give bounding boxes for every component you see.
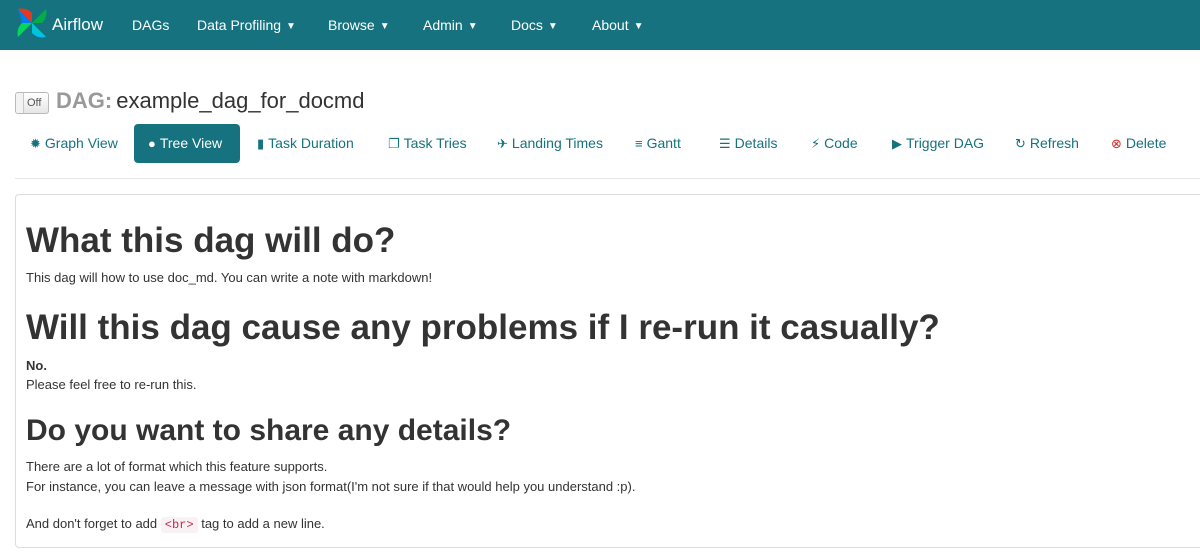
tab-label: Code bbox=[824, 135, 858, 151]
tab-trigger-dag[interactable]: ▶ Trigger DAG bbox=[892, 124, 984, 163]
refresh-icon: ↻ bbox=[1015, 136, 1026, 151]
dag-prefix: DAG: bbox=[56, 88, 113, 113]
tab-tree-view[interactable]: ● Tree View bbox=[134, 124, 240, 163]
plane-icon: ✈ bbox=[497, 136, 508, 151]
chevron-down-icon: ▼ bbox=[633, 21, 644, 32]
brand-link[interactable]: Airflow bbox=[14, 5, 103, 45]
tab-label: Gantt bbox=[646, 135, 681, 151]
tab-label: Delete bbox=[1125, 135, 1167, 151]
tab-graph-view[interactable]: ✹ Graph View bbox=[30, 124, 118, 163]
nav-docs-label: Docs bbox=[511, 17, 543, 33]
bar-chart-icon: ▮ bbox=[257, 136, 265, 151]
doc-paragraph-2: Please feel free to re-run this. bbox=[26, 377, 197, 392]
tree-icon: ● bbox=[148, 136, 156, 151]
align-left-icon: ≡ bbox=[635, 136, 643, 151]
top-navbar: Airflow DAGs Data Profiling ▼ Browse ▼ Adm… bbox=[0, 0, 1200, 50]
dag-id: example_dag_for_docmd bbox=[116, 88, 365, 113]
nav-browse[interactable]: Browse ▼ bbox=[328, 0, 390, 50]
nav-about-label: About bbox=[592, 17, 629, 33]
tab-label: Graph View bbox=[44, 135, 118, 151]
nav-admin[interactable]: Admin ▼ bbox=[423, 0, 478, 50]
nav-dags-label: DAGs bbox=[132, 17, 170, 33]
duplicate-icon: ❐ bbox=[388, 136, 400, 151]
list-icon: ☰ bbox=[719, 136, 731, 151]
toggle-label: Off bbox=[27, 97, 42, 109]
doc-text-before: And don't forget to add bbox=[26, 516, 158, 531]
nav-admin-label: Admin bbox=[423, 17, 463, 33]
tab-label: Trigger DAG bbox=[906, 135, 985, 151]
tab-label: Details bbox=[734, 135, 778, 151]
tab-refresh[interactable]: ↻ Refresh bbox=[1015, 124, 1079, 163]
nav-docs[interactable]: Docs ▼ bbox=[511, 0, 558, 50]
chevron-down-icon: ▼ bbox=[467, 21, 478, 32]
toggle-handle bbox=[16, 93, 24, 113]
tab-label: Landing Times bbox=[511, 135, 603, 151]
divider bbox=[15, 178, 1200, 179]
flash-icon: ⚡ bbox=[811, 136, 821, 151]
graph-icon: ✹ bbox=[30, 136, 41, 151]
tab-label: Task Duration bbox=[268, 135, 354, 151]
doc-heading-3: Do you want to share any details? bbox=[26, 414, 512, 447]
nav-about[interactable]: About ▼ bbox=[592, 0, 644, 50]
nav-data-profiling-label: Data Profiling bbox=[197, 17, 282, 33]
doc-paragraph-5: And don't forget to add <br> tag to add … bbox=[26, 516, 325, 533]
doc-heading-1: What this dag will do? bbox=[26, 221, 396, 260]
tab-label: Refresh bbox=[1029, 135, 1079, 151]
doc-bold-no: No. bbox=[26, 358, 47, 373]
doc-text-after: tag to add a new line. bbox=[201, 516, 325, 531]
chevron-down-icon: ▼ bbox=[379, 21, 390, 32]
chevron-down-icon: ▼ bbox=[547, 21, 558, 32]
doc-paragraph-3: There are a lot of format which this fea… bbox=[26, 459, 328, 474]
tab-task-tries[interactable]: ❐ Task Tries bbox=[388, 124, 467, 163]
tab-gantt[interactable]: ≡ Gantt bbox=[635, 124, 681, 163]
remove-circle-icon: ⊗ bbox=[1111, 136, 1122, 151]
dag-pause-toggle[interactable]: Off bbox=[15, 92, 49, 114]
nav-dags[interactable]: DAGs bbox=[132, 0, 169, 50]
tab-label: Tree View bbox=[159, 135, 223, 151]
brand-name: Airflow bbox=[52, 15, 104, 34]
nav-data-profiling[interactable]: Data Profiling ▼ bbox=[197, 0, 296, 50]
doc-inline-code: <br> bbox=[160, 517, 198, 533]
tab-label: Task Tries bbox=[403, 135, 467, 151]
tab-landing-times[interactable]: ✈ Landing Times bbox=[497, 124, 603, 163]
chevron-down-icon: ▼ bbox=[286, 21, 296, 32]
airflow-pinwheel-icon bbox=[14, 5, 50, 46]
doc-paragraph-4: For instance, you can leave a message wi… bbox=[26, 479, 636, 494]
tab-delete[interactable]: ⊗ Delete bbox=[1111, 124, 1166, 163]
tab-task-duration[interactable]: ▮ Task Duration bbox=[257, 124, 354, 163]
nav-browse-label: Browse bbox=[328, 17, 375, 33]
play-circle-icon: ▶ bbox=[892, 136, 902, 151]
page-title: DAG: example_dag_for_docmd bbox=[56, 88, 365, 114]
tab-details[interactable]: ☰ Details bbox=[719, 124, 777, 163]
doc-md-panel: What this dag will do? This dag will how… bbox=[15, 194, 1200, 548]
doc-heading-2: Will this dag cause any problems if I re… bbox=[26, 308, 940, 347]
tab-code[interactable]: ⚡ Code bbox=[811, 124, 858, 163]
doc-paragraph-1: This dag will how to use doc_md. You can… bbox=[26, 270, 433, 285]
